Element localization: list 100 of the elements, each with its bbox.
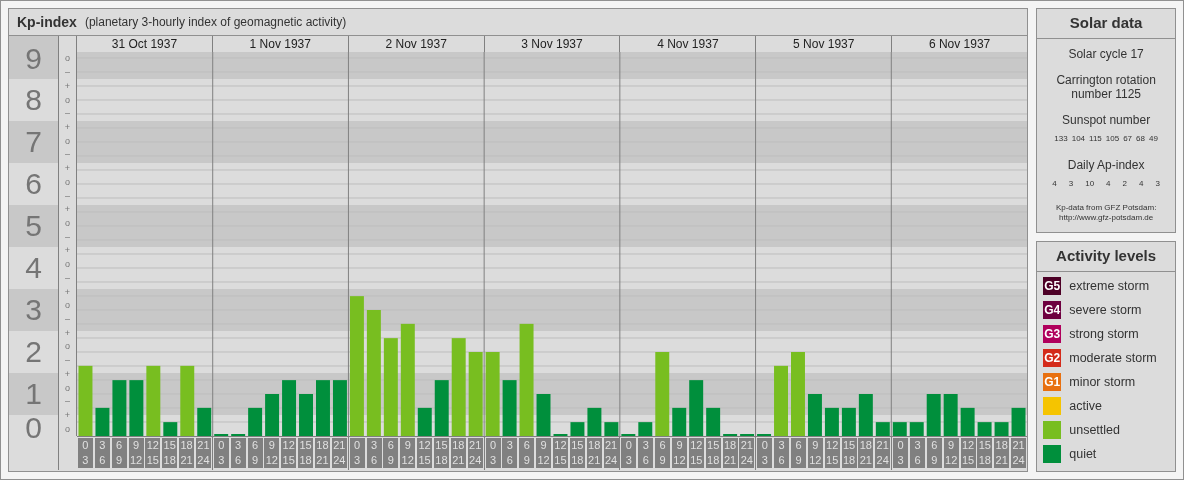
- kp-bar: [248, 407, 263, 436]
- hour-label: 21 24: [331, 438, 347, 468]
- sunspot-value: 68: [1136, 133, 1145, 145]
- kp-bar: [570, 422, 585, 436]
- source-text: Kp-data from GFZ Potsdam:: [1055, 203, 1157, 213]
- tick-label: +: [64, 205, 71, 215]
- tick-label: o: [65, 301, 70, 311]
- kp-bar: [95, 407, 110, 436]
- kp-bar: [604, 422, 619, 436]
- hour-label: 15 18: [705, 438, 721, 468]
- y-axis-label: 5: [25, 211, 42, 241]
- hour-label: 0 3: [77, 438, 93, 468]
- hour-label: 0 3: [757, 438, 773, 468]
- hour-label: 3 6: [94, 438, 110, 468]
- hour-label: 18 21: [994, 438, 1010, 468]
- y-axis-label: 8: [25, 85, 42, 115]
- date-label: 2 Nov 1937: [385, 38, 447, 50]
- tick-label: +: [64, 81, 71, 91]
- y-axis-label: 1: [25, 379, 42, 409]
- kp-bar: [316, 380, 330, 436]
- tick-label: +: [64, 122, 71, 132]
- ap-value: 10: [1085, 178, 1095, 190]
- hour-label: 9 12: [400, 438, 416, 468]
- ap-value: 2: [1122, 178, 1127, 190]
- hour-label: 6 9: [655, 438, 671, 468]
- sunspot-value: 49: [1149, 133, 1158, 145]
- sunspot-value: 67: [1123, 133, 1133, 145]
- tick-label: o: [65, 54, 70, 64]
- hour-label: 21 24: [603, 438, 619, 468]
- sunspot-value: 105: [1105, 133, 1120, 145]
- tick-label: –: [65, 68, 70, 78]
- ap-index-label: Daily Ap-index: [1067, 158, 1145, 172]
- tick-label: o: [65, 424, 70, 434]
- hour-label: 18 21: [722, 438, 738, 468]
- level-swatch: G1: [1043, 373, 1062, 391]
- sunspot-value: 133: [1054, 133, 1068, 145]
- ap-value: 3: [1155, 178, 1160, 190]
- ap-value: 4: [1106, 178, 1111, 190]
- hour-label: 3 6: [909, 438, 925, 468]
- tick-label: o: [65, 383, 70, 393]
- date-label: 31 Oct 1937: [111, 38, 178, 50]
- tick-label: –: [65, 356, 70, 366]
- y-axis-label: 9: [25, 43, 42, 74]
- tick-label: –: [65, 397, 70, 407]
- tick-label: –: [65, 109, 70, 119]
- tick-label: o: [65, 177, 70, 187]
- hour-label: 6 9: [111, 438, 127, 468]
- hour-label: 15 18: [298, 438, 314, 468]
- sunspot-label: Sunspot number: [1062, 113, 1151, 127]
- hour-label: 15 18: [162, 438, 178, 468]
- hour-label: 21 24: [467, 438, 483, 468]
- carrington-text: Carrington rotation number 1125: [1055, 73, 1157, 101]
- kp-bar: [299, 394, 313, 436]
- hour-label: 3 6: [774, 438, 790, 468]
- hour-label: 3 6: [366, 438, 382, 468]
- hour-label: 18 21: [450, 438, 466, 468]
- y-axis-label: 7: [25, 127, 42, 157]
- kp-bar: [774, 365, 788, 436]
- hour-label: 15 18: [569, 438, 585, 468]
- panel-title: Solar data: [1037, 9, 1175, 39]
- hour-label: 9 12: [671, 438, 687, 468]
- level-swatch: G3: [1043, 325, 1062, 343]
- date-label: 1 Nov 1937: [249, 38, 311, 50]
- level-label: extreme storm: [1069, 277, 1150, 295]
- tick-label: o: [65, 219, 70, 228]
- kp-bar: [112, 380, 127, 436]
- level-label: active: [1069, 397, 1102, 415]
- hour-label: 6 9: [383, 438, 399, 468]
- hour-label: 9 12: [943, 438, 959, 468]
- level-swatch: G2: [1043, 349, 1062, 367]
- hour-label: 0 3: [621, 438, 637, 468]
- hour-label: 12 15: [145, 438, 161, 468]
- tick-label: +: [64, 328, 71, 338]
- hour-label: 15 18: [977, 438, 993, 468]
- sunspot-value: 104: [1071, 133, 1086, 145]
- tick-label: +: [64, 287, 71, 297]
- level-label: moderate storm: [1069, 349, 1157, 367]
- level-label: quiet: [1069, 445, 1097, 463]
- hour-label: 6 9: [519, 438, 535, 468]
- hour-label: 9 12: [128, 438, 144, 468]
- sunspot-value: 115: [1089, 133, 1102, 145]
- hour-label: 21 24: [875, 438, 891, 468]
- y-axis-label: 3: [25, 295, 42, 325]
- hour-label: 18 21: [314, 438, 330, 468]
- tick-label: o: [65, 95, 70, 105]
- hour-label: 6 9: [790, 438, 806, 468]
- hour-label: 21 24: [739, 438, 755, 468]
- date-label: 3 Nov 1937: [521, 38, 583, 50]
- hour-label: 0 3: [893, 438, 909, 468]
- kp-bar: [282, 380, 297, 436]
- hour-label: 15 18: [841, 438, 857, 468]
- kp-bar: [197, 407, 212, 436]
- chart-subtitle: (planetary 3-hourly index of geomagnetic activity): [84, 14, 347, 31]
- level-swatch: G4: [1043, 301, 1062, 319]
- date-label: 6 Nov 1937: [928, 38, 991, 50]
- kp-bar: [672, 407, 687, 436]
- tick-label: +: [64, 411, 71, 421]
- tick-label: –: [65, 315, 70, 324]
- ap-value: 4: [1052, 178, 1057, 190]
- source-url: http://www.gfz-potsdam.de: [1059, 213, 1154, 223]
